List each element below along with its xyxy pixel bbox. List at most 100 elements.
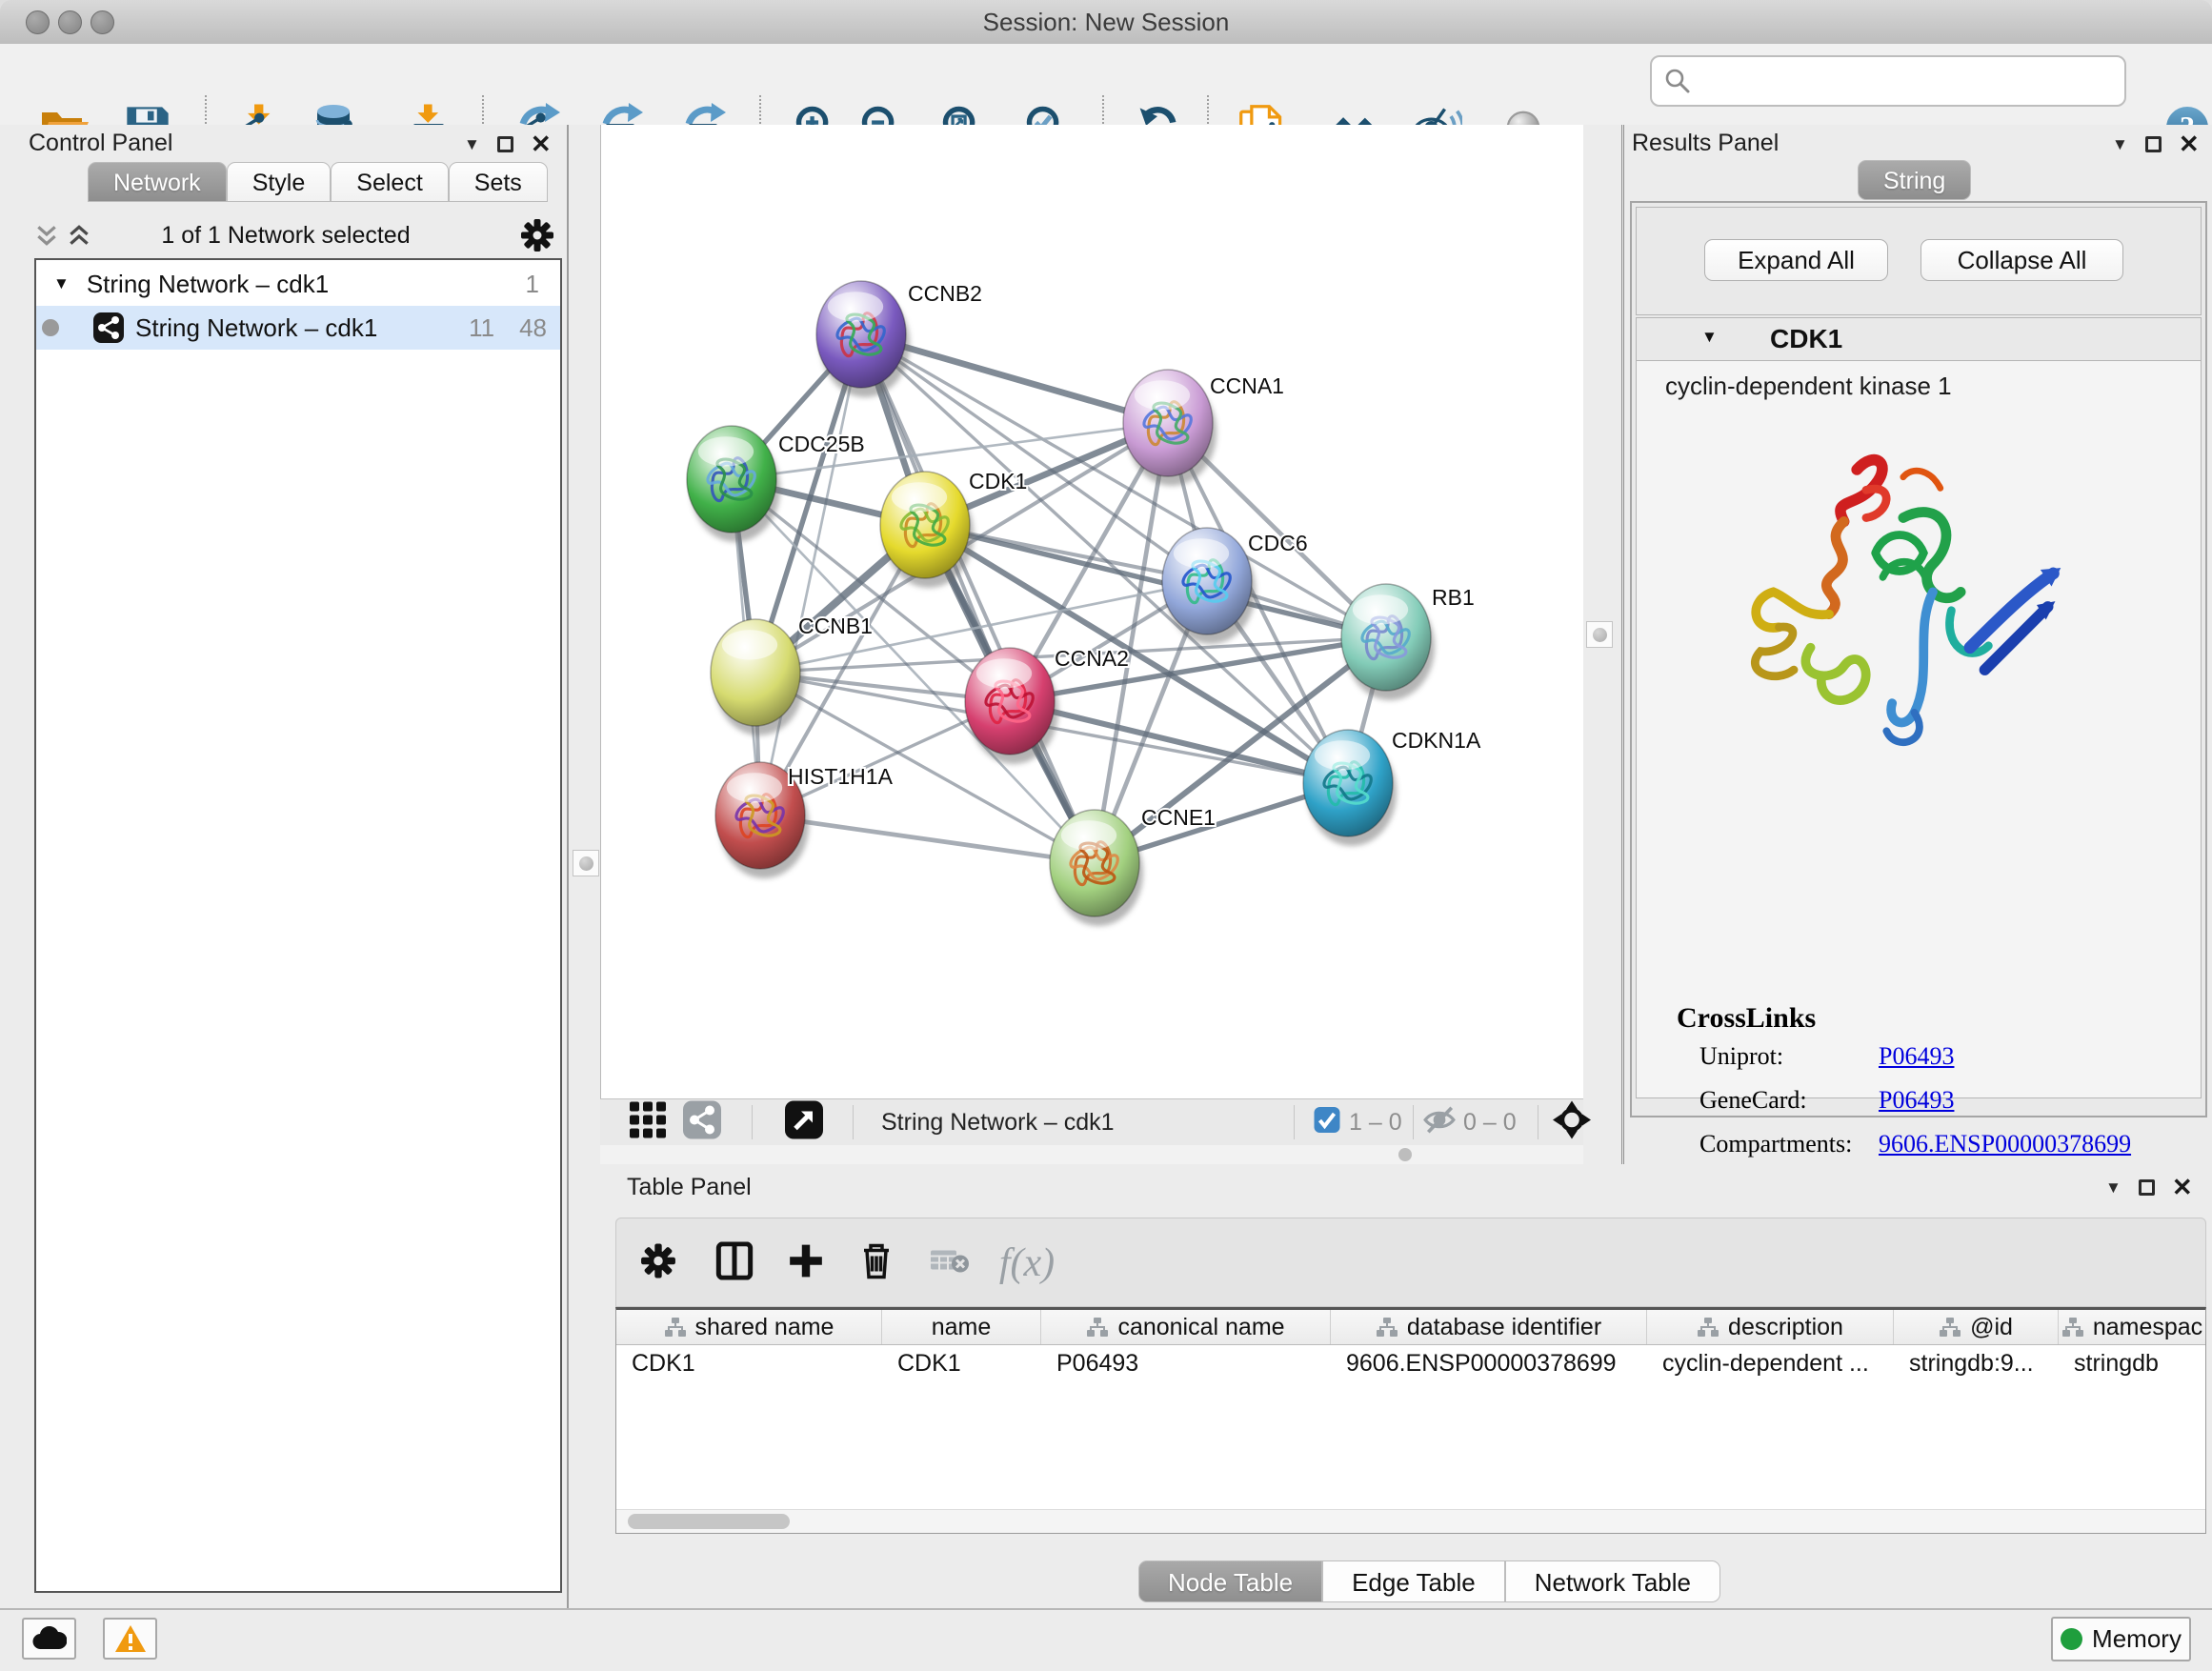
control-panel-close-button[interactable]: ✕ <box>531 132 552 155</box>
cell-namespac[interactable]: stringdb <box>2059 1345 2205 1383</box>
node-CCNE1[interactable] <box>1050 810 1143 926</box>
table-panel-float-button[interactable]: ▼ <box>2105 1179 2122 1196</box>
tab-network[interactable]: Network <box>88 162 227 202</box>
column-header-@id[interactable]: @id <box>1894 1310 2059 1344</box>
node-label-CCNE1: CCNE1 <box>1141 805 1216 830</box>
delete-column-trash-icon[interactable] <box>857 1242 895 1285</box>
edge-CCNB2-CCNE1[interactable] <box>861 334 1095 863</box>
results-panel-close-button[interactable]: ✕ <box>2179 132 2200 155</box>
left-splitter-handle[interactable] <box>573 850 599 876</box>
control-panel-maximize-button[interactable] <box>497 136 513 152</box>
protein-section-header[interactable]: ▼ CDK1 <box>1637 318 2201 361</box>
horizontal-splitter-handle[interactable] <box>1398 1148 1412 1161</box>
cell-database-identifier[interactable]: 9606.ENSP00000378699 <box>1331 1345 1647 1383</box>
add-column-plus-icon[interactable] <box>787 1242 825 1285</box>
tab-string[interactable]: String <box>1858 160 1971 200</box>
window-title: Session: New Session <box>0 0 2212 44</box>
delete-table-icon[interactable] <box>931 1248 969 1279</box>
detach-view-icon[interactable] <box>785 1101 823 1144</box>
right-splitter[interactable] <box>1583 125 1624 1164</box>
search-input[interactable] <box>1692 67 2124 95</box>
control-panel-title: Control Panel <box>29 130 172 157</box>
hidden-eye-slash-icon[interactable] <box>1422 1104 1457 1141</box>
selected-checkbox-icon[interactable] <box>1315 1107 1340 1137</box>
cell-name[interactable]: CDK1 <box>882 1345 1041 1383</box>
node-CCNB1[interactable] <box>711 619 804 735</box>
node-CDKN1A[interactable] <box>1303 730 1397 846</box>
node-label-HIST1H1A: HIST1H1A <box>788 764 894 789</box>
crosslink-link[interactable]: P06493 <box>1879 1086 1954 1115</box>
control-panel-float-button[interactable]: ▼ <box>464 136 480 152</box>
cloud-icon <box>32 1626 67 1651</box>
column-header-name[interactable]: name <box>882 1310 1041 1344</box>
birds-eye-share-icon[interactable] <box>683 1101 721 1144</box>
node-RB1[interactable] <box>1341 584 1435 700</box>
window-close-light[interactable] <box>26 10 50 34</box>
crosslink-link[interactable]: 9606.ENSP00000378699 <box>1879 1130 2131 1158</box>
tab-node-table[interactable]: Node Table <box>1138 1560 1322 1602</box>
collapse-all-icon[interactable] <box>34 224 59 247</box>
node-CCNA1[interactable] <box>1123 370 1217 486</box>
network-row-selected[interactable]: String Network – cdk1 11 48 <box>36 306 560 350</box>
tab-sets[interactable]: Sets <box>449 162 548 202</box>
hidden-count-badge: 0 – 0 <box>1463 1109 1517 1137</box>
table-panel-close-button[interactable]: ✕ <box>2172 1176 2193 1198</box>
network-collection-row[interactable]: ▼ String Network – cdk1 1 <box>36 262 560 306</box>
results-panel-float-button[interactable]: ▼ <box>2112 136 2128 152</box>
cloud-button[interactable] <box>22 1618 76 1660</box>
left-splitter[interactable] <box>569 125 600 1608</box>
tab-style[interactable]: Style <box>227 162 332 202</box>
table-settings-gear-icon[interactable] <box>640 1243 676 1284</box>
network-view-toolbar: String Network – cdk1 1 – 0 0 – 0 <box>600 1098 1583 1145</box>
right-splitter-handle[interactable] <box>1586 621 1613 648</box>
edge-HIST1H1A-CCNE1[interactable] <box>760 815 1095 863</box>
column-header-database-identifier[interactable]: database identifier <box>1331 1310 1647 1344</box>
tab-network-table[interactable]: Network Table <box>1505 1560 1720 1602</box>
title-bar: Session: New Session <box>0 0 2212 45</box>
collapse-all-button[interactable]: Collapse All <box>1920 239 2123 281</box>
horizontal-splitter[interactable] <box>600 1145 1583 1164</box>
network-options-gear-icon[interactable] <box>520 218 554 257</box>
window-minimize-light[interactable] <box>58 10 82 34</box>
table-panel-maximize-button[interactable] <box>2139 1179 2155 1196</box>
expand-all-button[interactable]: Expand All <box>1704 239 1888 281</box>
tab-edge-table[interactable]: Edge Table <box>1322 1560 1505 1602</box>
show-columns-icon[interactable] <box>715 1242 754 1285</box>
column-header-description[interactable]: description <box>1647 1310 1894 1344</box>
crosslink-link[interactable]: P06493 <box>1879 1042 1954 1071</box>
tree-expand-icon[interactable]: ▼ <box>53 274 70 293</box>
cell-@id[interactable]: stringdb:9... <box>1894 1345 2059 1383</box>
node-CDK1[interactable] <box>880 472 974 588</box>
cell-shared-name[interactable]: CDK1 <box>616 1345 882 1383</box>
table-toolbar: f(x) <box>615 1218 2206 1307</box>
network-canvas[interactable]: CCNB2CCNA1CDC25BCDK1CDC6RB1CCNB1CCNA2CDK… <box>600 125 1583 1098</box>
results-panel-maximize-button[interactable] <box>2145 136 2162 152</box>
function-builder-icon[interactable]: f(x) <box>999 1240 1055 1286</box>
control-panel-tabs: NetworkStyleSelectSets <box>88 162 548 202</box>
node-CCNB2[interactable] <box>816 281 910 397</box>
node-CCNA2[interactable] <box>965 648 1058 764</box>
search-box[interactable] <box>1650 55 2126 107</box>
expand-all-icon[interactable] <box>67 224 91 247</box>
warning-button[interactable] <box>103 1618 157 1660</box>
memory-status-dot <box>2061 1628 2082 1650</box>
fit-selected-target-icon[interactable] <box>1551 1099 1593 1146</box>
edge-CCNB2-HIST1H1A[interactable] <box>760 334 861 815</box>
column-header-namespac[interactable]: namespac <box>2059 1310 2205 1344</box>
tab-select[interactable]: Select <box>331 162 448 202</box>
table-row[interactable]: CDK1CDK1P064939606.ENSP00000378699cyclin… <box>616 1345 2205 1383</box>
table-header-row: shared namenamecanonical namedatabase id… <box>616 1310 2205 1345</box>
edge-CDK1-RB1[interactable] <box>925 525 1386 637</box>
grid-view-icon[interactable] <box>630 1102 666 1143</box>
cell-canonical-name[interactable]: P06493 <box>1041 1345 1331 1383</box>
cell-description[interactable]: cyclin-dependent ... <box>1647 1345 1894 1383</box>
memory-label: Memory <box>2092 1624 2182 1654</box>
window-zoom-light[interactable] <box>90 10 114 34</box>
network-name: String Network – cdk1 <box>135 313 377 343</box>
memory-button[interactable]: Memory <box>2051 1617 2191 1661</box>
node-label-RB1: RB1 <box>1432 585 1475 610</box>
table-h-scrollbar-thumb[interactable] <box>628 1514 790 1529</box>
column-header-canonical-name[interactable]: canonical name <box>1041 1310 1331 1344</box>
column-header-shared-name[interactable]: shared name <box>616 1310 882 1344</box>
section-collapse-icon[interactable]: ▼ <box>1701 328 1718 347</box>
